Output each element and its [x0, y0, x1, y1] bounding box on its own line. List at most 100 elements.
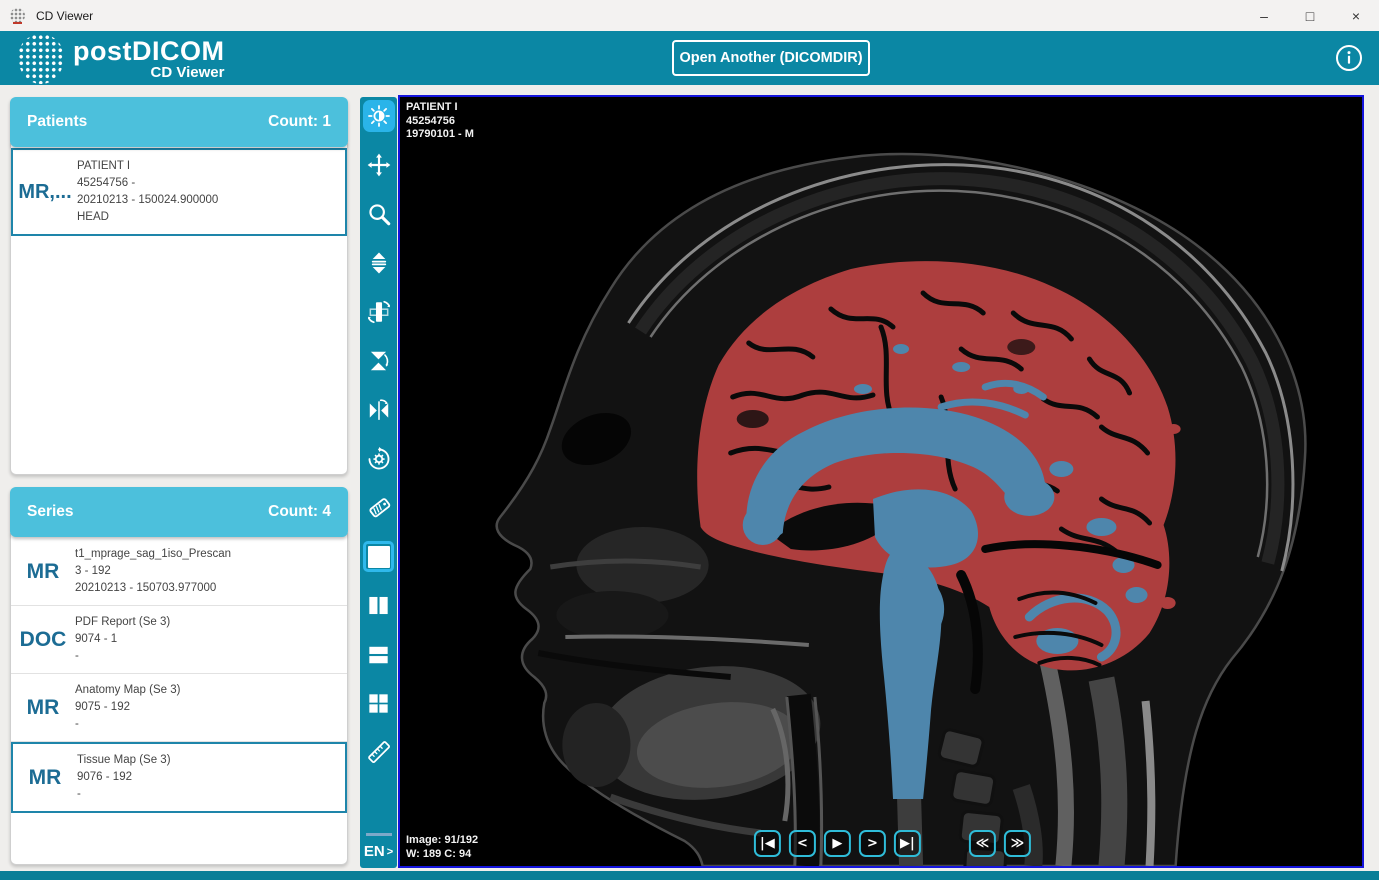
series-modality-label: MR — [11, 544, 75, 599]
patients-title: Patients — [27, 113, 87, 131]
series-number-count: 9076 - 192 — [77, 769, 171, 786]
patient-body-part: HEAD — [77, 209, 218, 226]
zoom-tool[interactable] — [363, 198, 395, 230]
previous-image-button[interactable]: < — [789, 830, 816, 857]
overlay-image-index: Image: 91/192 — [406, 834, 478, 848]
series-panel-header: Series Count: 4 — [10, 487, 348, 537]
overlay-patient-id: 45254756 — [406, 115, 474, 129]
mri-sagittal-tissue-map-image — [400, 97, 1362, 866]
first-image-button[interactable]: |◀ — [754, 830, 781, 857]
patient-id: 45254756 - — [77, 175, 218, 192]
series-number-count: 3 - 192 — [75, 563, 231, 580]
brand-text: postDICOM CD Viewer — [73, 38, 224, 81]
sidebar: Patients Count: 1 MR,... PATIENT I 45254… — [10, 97, 348, 877]
layout-two-rows-icon — [366, 642, 391, 667]
flip-vertical-tool[interactable] — [363, 345, 395, 377]
maximize-button[interactable]: □ — [1287, 0, 1333, 31]
overlay-window-center: W: 189 C: 94 — [406, 848, 478, 862]
layout-single-icon — [368, 546, 390, 568]
layout-grid-icon — [366, 691, 391, 716]
brand-name: postDICOM — [73, 38, 224, 65]
series-description: t1_mprage_sag_1iso_Prescan — [75, 546, 231, 563]
series-datetime: 20210213 - 150703.977000 — [75, 580, 231, 597]
patient-name: PATIENT I — [77, 158, 218, 175]
patients-count: Count: 1 — [268, 113, 331, 131]
series-description: Tissue Map (Se 3) — [77, 752, 171, 769]
patient-info-overlay: PATIENT I 45254756 19790101 - M — [406, 101, 474, 142]
series-number-count: 9075 - 192 — [75, 699, 180, 716]
rotate-icon — [366, 299, 392, 325]
app-header: postDICOM CD Viewer Open Another (DICOMD… — [0, 31, 1379, 85]
app-logo-icon — [10, 8, 25, 23]
patients-list: MR,... PATIENT I 45254756 - 20210213 - 1… — [10, 143, 348, 475]
series-title: Series — [27, 503, 74, 521]
close-button[interactable]: × — [1333, 0, 1379, 31]
ruler-tool[interactable] — [363, 736, 395, 768]
series-description: PDF Report (Se 3) — [75, 614, 170, 631]
info-icon — [1335, 44, 1363, 72]
brand-subtitle: CD Viewer — [73, 64, 224, 81]
series-datetime: - — [75, 716, 180, 733]
tool-palette: EN > — [360, 97, 397, 868]
language-divider — [366, 833, 392, 836]
layout-single-tool[interactable] — [363, 541, 394, 572]
last-image-button[interactable]: ▶| — [894, 830, 921, 857]
flip-vertical-icon — [366, 348, 392, 374]
overlay-patient-name: PATIENT I — [406, 101, 474, 115]
reset-tool[interactable] — [363, 443, 395, 475]
stack-scroll-icon — [367, 251, 391, 275]
language-selector[interactable]: EN > — [364, 843, 393, 860]
series-list-item[interactable]: DOC PDF Report (Se 3) 9074 - 1 - — [11, 606, 347, 674]
patients-panel-header: Patients Count: 1 — [10, 97, 348, 147]
fast-rewind-button[interactable]: ≪ — [969, 830, 996, 857]
layout-grid-tool[interactable] — [363, 687, 395, 719]
tag-annotations-tool[interactable] — [363, 492, 395, 524]
layout-two-rows-tool[interactable] — [363, 638, 395, 670]
patient-list-item[interactable]: MR,... PATIENT I 45254756 - 20210213 - 1… — [11, 148, 347, 236]
series-modality-label: MR — [13, 750, 77, 805]
patients-panel: Patients Count: 1 MR,... PATIENT I 45254… — [10, 97, 348, 475]
brightness-contrast-tool[interactable] — [363, 100, 395, 132]
app-window: CD Viewer – □ × postDICOM CD Viewer Open… — [0, 0, 1379, 880]
flip-horizontal-icon — [366, 397, 392, 423]
next-image-button[interactable]: > — [859, 830, 886, 857]
ruler-icon — [366, 739, 392, 765]
dotted-globe-logo-icon — [18, 34, 64, 84]
magnifier-icon — [366, 201, 392, 227]
layout-two-columns-tool[interactable] — [363, 589, 395, 621]
series-list: MR t1_mprage_sag_1iso_Prescan 3 - 192 20… — [10, 533, 348, 865]
series-list-item[interactable]: MR t1_mprage_sag_1iso_Prescan 3 - 192 20… — [11, 538, 347, 606]
series-description: Anatomy Map (Se 3) — [75, 682, 180, 699]
window-title: CD Viewer — [36, 9, 93, 23]
overlay-birthdate-sex: 19790101 - M — [406, 128, 474, 142]
window-controls: – □ × — [1241, 0, 1379, 31]
image-info-overlay: Image: 91/192 W: 189 C: 94 — [406, 834, 478, 861]
series-list-item-selected[interactable]: MR Tissue Map (Se 3) 9076 - 192 - — [11, 742, 347, 813]
language-arrow-icon: > — [387, 846, 393, 858]
cine-navigation-bar: |◀ < ▶ > ▶| ≪ ≫ — [750, 830, 1035, 857]
info-button[interactable] — [1335, 44, 1363, 72]
series-modality-label: DOC — [11, 612, 75, 667]
open-another-dicomdir-button[interactable]: Open Another (DICOMDIR) — [672, 40, 870, 76]
fast-forward-button[interactable]: ≫ — [1004, 830, 1031, 857]
pan-tool[interactable] — [363, 149, 395, 181]
series-list-item[interactable]: MR Anatomy Map (Se 3) 9075 - 192 - — [11, 674, 347, 742]
series-datetime: - — [75, 648, 170, 665]
patient-modality-label: MR,... — [13, 156, 77, 228]
series-count: Count: 4 — [268, 503, 331, 521]
brightness-contrast-icon — [367, 104, 391, 128]
window-footer-strip — [0, 871, 1379, 880]
tag-icon — [366, 495, 392, 521]
language-label: EN — [364, 843, 385, 860]
stack-scroll-tool[interactable] — [363, 247, 395, 279]
titlebar: CD Viewer – □ × — [0, 0, 1379, 31]
play-cine-button[interactable]: ▶ — [824, 830, 851, 857]
dicom-viewport[interactable]: PATIENT I 45254756 19790101 - M Image: 9… — [398, 95, 1364, 868]
flip-horizontal-tool[interactable] — [363, 394, 395, 426]
brand-logo: postDICOM CD Viewer — [18, 34, 224, 84]
series-datetime: - — [77, 786, 171, 803]
layout-two-columns-icon — [366, 593, 391, 618]
reset-gear-icon — [366, 446, 392, 472]
rotate-tool[interactable] — [363, 296, 395, 328]
minimize-button[interactable]: – — [1241, 0, 1287, 31]
